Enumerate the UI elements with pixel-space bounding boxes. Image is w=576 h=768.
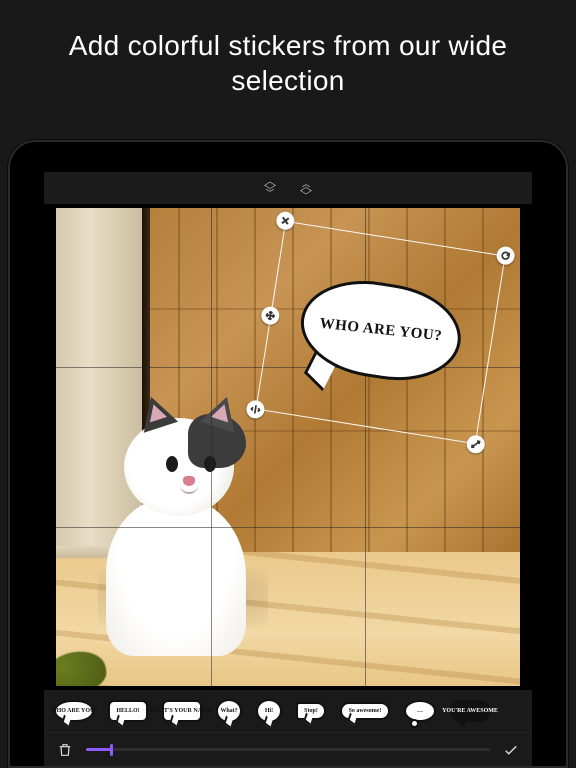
bubble-tail-icon — [61, 715, 70, 728]
bubble-tail-icon — [457, 715, 466, 728]
trash-icon — [57, 742, 73, 758]
sticker-tray-wrap: WHO ARE YOU? HELLO! WHAT'S YOUR NAME? What?… — [44, 690, 532, 732]
sticker-thumb-bubble: WHO ARE YOU? — [54, 700, 94, 722]
layer-up-button[interactable] — [261, 179, 279, 197]
sticker-thumb[interactable]: Hi! — [252, 696, 286, 726]
sticker-thumb[interactable]: WHAT'S YOUR NAME? — [158, 696, 206, 726]
sticker-thumb[interactable]: What? — [212, 696, 246, 726]
sticker-thumb[interactable]: So awesome! — [336, 696, 394, 726]
device-frame: WHO ARE YOU? — [8, 140, 568, 768]
photo-cat — [106, 418, 276, 628]
layer-down-button[interactable] — [297, 179, 315, 197]
sticker-thumb-bubble: Stop! — [296, 702, 326, 720]
bubble-tail-icon — [169, 715, 178, 728]
sticker-selection[interactable]: WHO ARE YOU? — [256, 220, 506, 444]
timeline-progress — [86, 748, 110, 751]
sticker-thumb[interactable]: Stop! — [292, 696, 330, 726]
sticker-thumb-label: So awesome! — [349, 708, 382, 714]
scale-icon — [470, 438, 481, 449]
sticker-tray[interactable]: WHO ARE YOU? HELLO! WHAT'S YOUR NAME? What?… — [44, 696, 532, 732]
confirm-button[interactable] — [500, 739, 522, 761]
editor-canvas[interactable]: WHO ARE YOU? — [56, 208, 520, 686]
sticker-thumb-bubble: HELLO! — [108, 700, 148, 722]
sticker-thumb-label: What? — [220, 708, 237, 714]
sticker-thumb[interactable]: … — [400, 696, 440, 726]
sticker-thumb-label: WHO ARE YOU? — [51, 708, 98, 714]
bubble-tail-icon — [347, 713, 356, 726]
sticker-thumb[interactable]: HELLO! — [104, 696, 152, 726]
sticker-thumb-label: HELLO! — [116, 708, 139, 714]
sticker-thumb-label: WHAT'S YOUR NAME? — [149, 708, 214, 714]
bubble-tail-icon — [223, 716, 232, 729]
close-icon — [280, 215, 291, 226]
canvas-area: WHO ARE YOU? — [44, 204, 532, 690]
sticker-thumb-label: … — [417, 708, 423, 714]
sticker-thumb[interactable]: WHO ARE YOU? — [50, 696, 98, 726]
device-screen: WHO ARE YOU? — [44, 172, 532, 766]
sticker-thumb-bubble: So awesome! — [340, 702, 390, 720]
sticker-thumb-bubble: Hi! — [256, 699, 282, 723]
sticker-thumb-bubble: What? — [216, 699, 242, 723]
sticker-thumb[interactable]: YOU'RE AWESOME — [446, 696, 494, 726]
flip-icon — [250, 404, 261, 415]
bubble-tail-icon — [263, 716, 272, 729]
layer-down-icon — [298, 180, 314, 196]
bubble-tail-icon — [303, 713, 312, 726]
sticker-thumb-bubble: … — [404, 700, 436, 722]
rotate-icon — [500, 250, 511, 261]
timeline-playhead[interactable] — [110, 744, 113, 756]
timeline-scrubber[interactable] — [86, 748, 490, 751]
top-toolbar — [44, 172, 532, 204]
sticker-thumb-bubble: WHAT'S YOUR NAME? — [162, 700, 202, 722]
sticker-thumb-bubble: YOU'RE AWESOME — [450, 700, 490, 722]
app-root: WHO ARE YOU? — [44, 172, 532, 766]
bubble-tail-icon — [115, 715, 124, 728]
promo-title: Add colorful stickers from our wide sele… — [0, 0, 576, 122]
layer-up-icon — [262, 180, 278, 196]
bubble-text: WHO ARE YOU? — [319, 315, 443, 345]
delete-button[interactable] — [54, 739, 76, 761]
sticker-thumb-label: Hi! — [265, 708, 273, 714]
bottom-toolbar — [44, 732, 532, 766]
move-icon — [265, 309, 276, 320]
check-icon — [502, 741, 520, 759]
sticker-thumb-label: YOU'RE AWESOME — [442, 708, 498, 714]
